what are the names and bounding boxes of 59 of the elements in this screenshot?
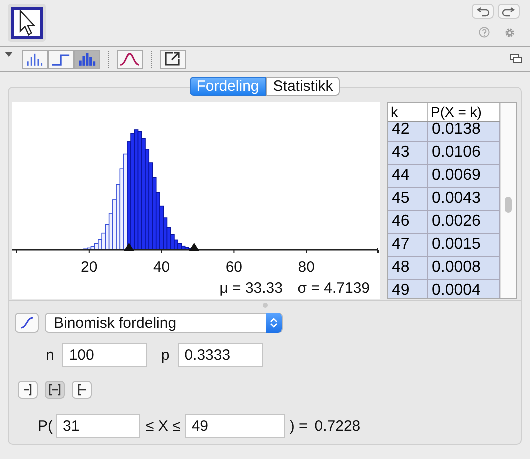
table-cell: 49 (388, 280, 428, 298)
redo-icon (502, 6, 516, 16)
lower-bound-field[interactable]: 31 (56, 414, 140, 438)
probability-label: P( (38, 418, 53, 434)
tab[interactable]: Statistikk (266, 77, 340, 96)
undo-icon (476, 6, 490, 16)
scrollbar[interactable] (500, 103, 516, 298)
table-cell: 0.0069 (428, 165, 500, 187)
table-cell: 0.0138 (428, 122, 500, 141)
upper-bound-field[interactable]: 49 (184, 414, 285, 438)
graph-view-button[interactable] (74, 50, 100, 68)
bound-handle[interactable] (124, 243, 134, 251)
sd-label: σ = 4.7139 (298, 280, 370, 297)
table-cell: 0.0106 (428, 142, 500, 164)
s-curve-icon (19, 316, 35, 330)
graph-view-button[interactable] (48, 50, 74, 68)
mean-label: μ = 33.33 (220, 280, 283, 297)
parameter-label: p (161, 346, 170, 364)
axis-tick-label: 40 (153, 259, 170, 276)
export-button[interactable] (160, 50, 186, 68)
table-cell: 0.0008 (428, 257, 500, 279)
bound-handle[interactable] (189, 243, 200, 251)
table-cell: 0.0015 (428, 234, 500, 256)
table-cell: 47 (388, 234, 428, 256)
table-cell: 44 (388, 165, 428, 187)
pointer-tool-button[interactable] (8, 4, 46, 42)
table-cell: 42 (388, 122, 428, 141)
splitter-handle[interactable] (262, 302, 268, 308)
inequality-label: ≤ X ≤ (146, 418, 181, 434)
parameter-field[interactable]: 0.3333 (178, 343, 263, 367)
dropdown-triangle-icon[interactable] (4, 51, 14, 58)
table-cell: 0.0026 (428, 211, 500, 233)
table-cell: 45 (388, 188, 428, 210)
export-icon (164, 51, 182, 67)
table-cell: 43 (388, 142, 428, 164)
undo-button[interactable] (472, 4, 494, 19)
normal-overlay-button[interactable] (117, 50, 143, 68)
axis-tick-label: 60 (226, 259, 243, 276)
window-icon[interactable] (510, 54, 522, 63)
probability-result: 0.7228 (314, 418, 361, 434)
interval-button[interactable] (18, 381, 38, 399)
table-cell: 46 (388, 211, 428, 233)
stepper-arrows-icon (270, 317, 278, 329)
interval-button[interactable] (45, 381, 65, 399)
parameter-field[interactable]: 100 (62, 343, 148, 367)
interval-button[interactable] (72, 381, 92, 399)
equals-label: ) = (290, 418, 308, 434)
parameter-label: n (46, 346, 54, 364)
cumulative-toggle-button[interactable] (15, 313, 39, 333)
redo-button[interactable] (498, 4, 520, 19)
axis-tick-label: 80 (298, 259, 315, 276)
table-cell: 48 (388, 257, 428, 279)
bracket-icon (47, 382, 63, 398)
graph-view-button[interactable] (22, 50, 48, 68)
table-cell: 0.0043 (428, 188, 500, 210)
axis-tick-label: 20 (81, 259, 98, 276)
table-cell: 0.0004 (428, 280, 500, 298)
column-header: k (388, 103, 428, 121)
distribution-dropdown[interactable]: Binomisk fordeling (45, 313, 283, 333)
